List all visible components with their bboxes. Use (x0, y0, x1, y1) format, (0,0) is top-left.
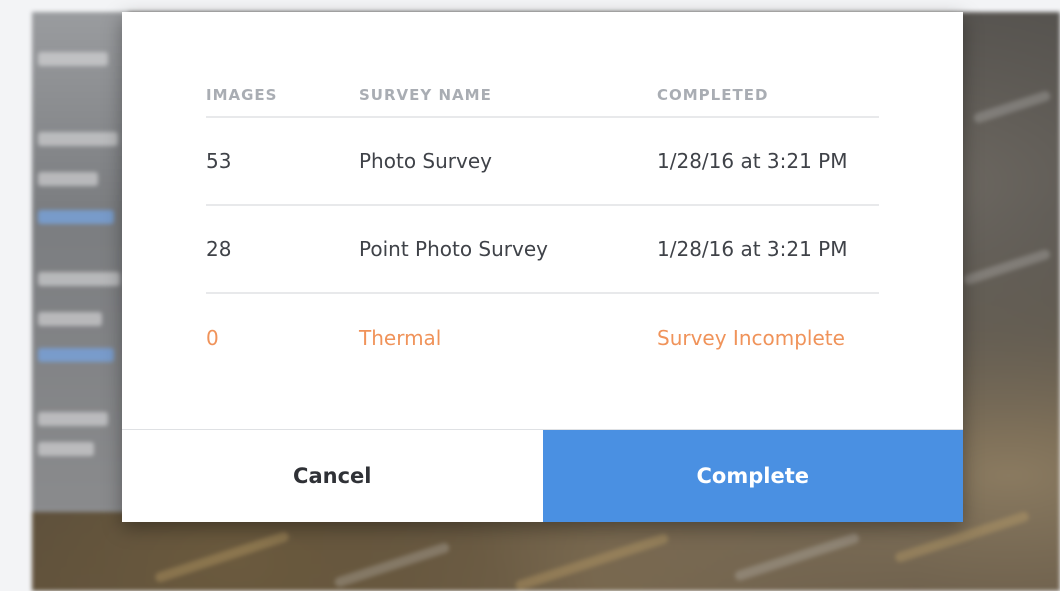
background-line (38, 442, 94, 456)
background-streak (514, 532, 670, 591)
app-stage: IMAGES SURVEY NAME COMPLETED 53 Photo Su… (0, 0, 1060, 591)
background-line (38, 210, 114, 224)
cell-completed: 1/28/16 at 3:21 PM (657, 237, 848, 261)
table-row: 53 Photo Survey 1/28/16 at 3:21 PM (206, 118, 879, 206)
cell-images: 53 (206, 149, 232, 173)
complete-surveys-modal: IMAGES SURVEY NAME COMPLETED 53 Photo Su… (122, 12, 963, 522)
background-line (38, 272, 120, 286)
background-streak (972, 89, 1052, 125)
background-line (38, 312, 102, 326)
header-completed: COMPLETED (657, 86, 769, 104)
background-streak (153, 530, 291, 584)
cell-survey-name: Thermal (359, 326, 442, 350)
modal-footer: Cancel Complete (122, 429, 963, 522)
complete-button[interactable]: Complete (542, 430, 963, 522)
table-row-incomplete: 0 Thermal Survey Incomplete (206, 294, 879, 382)
table-row: 28 Point Photo Survey 1/28/16 at 3:21 PM (206, 206, 879, 294)
background-streak (962, 248, 1052, 286)
cell-images: 0 (206, 326, 219, 350)
cell-completed-status: Survey Incomplete (657, 326, 845, 350)
background-line (38, 348, 114, 362)
cell-images: 28 (206, 237, 232, 261)
background-line (38, 412, 108, 426)
cell-survey-name: Point Photo Survey (359, 237, 548, 261)
header-images: IMAGES (206, 86, 278, 104)
cancel-button[interactable]: Cancel (122, 430, 543, 522)
cell-survey-name: Photo Survey (359, 149, 492, 173)
cell-completed: 1/28/16 at 3:21 PM (657, 149, 848, 173)
table-header: IMAGES SURVEY NAME COMPLETED (206, 74, 879, 118)
background-sidebar (32, 12, 128, 512)
background-line (38, 52, 108, 66)
survey-table: IMAGES SURVEY NAME COMPLETED 53 Photo Su… (206, 74, 879, 382)
background-streak (733, 532, 861, 582)
background-streak (333, 541, 451, 589)
background-line (38, 172, 98, 186)
background-line (38, 132, 118, 146)
header-survey-name: SURVEY NAME (359, 86, 492, 104)
